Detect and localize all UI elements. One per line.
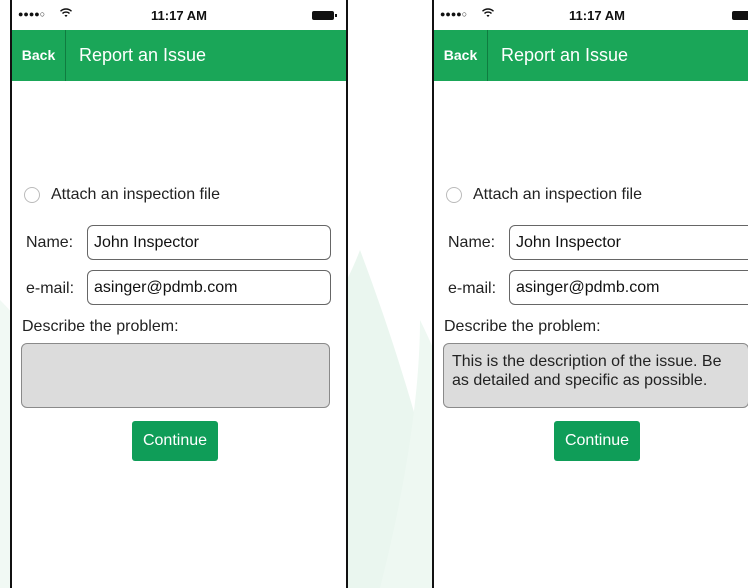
radio-button[interactable] [446, 186, 462, 203]
attach-file-label: Attach an inspection file [473, 186, 642, 203]
phone-screen-left: ●●●●○ 11:17 AM Back Report an Issue Atta… [10, 0, 348, 588]
phone-screen-right: ●●●●○ 11:17 AM Back Report an Issue Atta… [432, 0, 748, 588]
name-label: Name: [448, 234, 496, 251]
email-label: e-mail: [26, 280, 75, 297]
status-time: 11:17 AM [151, 8, 207, 23]
description-textarea[interactable] [21, 343, 330, 408]
email-field[interactable]: asinger@pdmb.com [87, 270, 331, 305]
describe-problem-label: Describe the problem: [444, 318, 601, 335]
nav-bar: Back Report an Issue [12, 30, 346, 81]
battery-icon [312, 11, 337, 20]
description-textarea[interactable]: This is the description of the issue. Be… [443, 343, 748, 408]
email-label: e-mail: [448, 280, 497, 297]
status-bar: ●●●●○ 11:17 AM [12, 0, 346, 30]
page-title: Report an Issue [501, 45, 629, 65]
continue-button[interactable]: Continue [132, 421, 218, 461]
status-bar: ●●●●○ 11:17 AM [434, 0, 748, 30]
email-field[interactable]: asinger@pdmb.com [509, 270, 748, 305]
attach-file-option[interactable]: Attach an inspection file [24, 186, 220, 204]
name-field[interactable]: John Inspector [509, 225, 748, 260]
status-time: 11:17 AM [569, 8, 625, 23]
describe-problem-label: Describe the problem: [22, 318, 179, 335]
attach-file-option[interactable]: Attach an inspection file [446, 186, 642, 204]
name-field[interactable]: John Inspector [87, 225, 331, 260]
back-button[interactable]: Back [12, 30, 66, 81]
attach-file-label: Attach an inspection file [51, 186, 220, 203]
page-title: Report an Issue [79, 45, 207, 65]
continue-button[interactable]: Continue [554, 421, 640, 461]
name-label: Name: [26, 234, 74, 251]
back-button[interactable]: Back [434, 30, 488, 81]
nav-bar: Back Report an Issue [434, 30, 748, 81]
battery-icon [732, 11, 748, 20]
radio-button[interactable] [24, 186, 40, 203]
